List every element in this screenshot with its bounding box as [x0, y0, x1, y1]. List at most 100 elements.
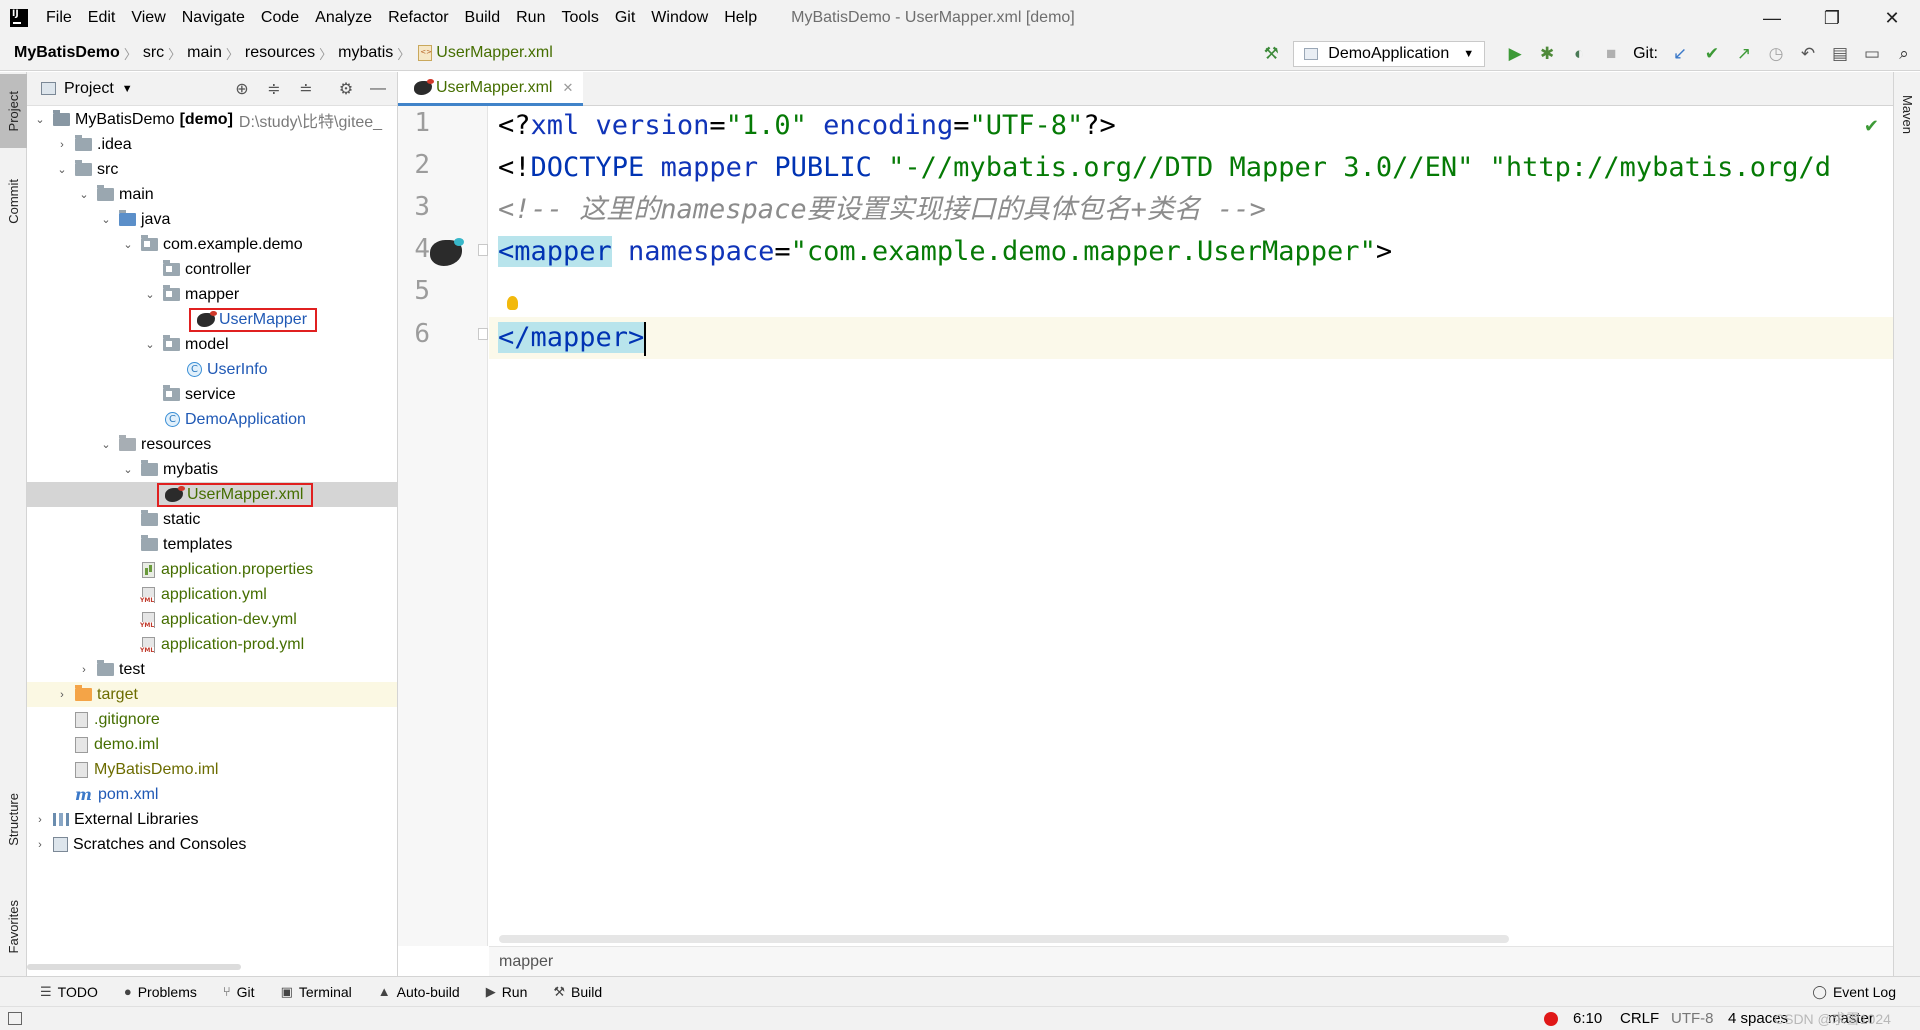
- menu-code[interactable]: Code: [253, 9, 307, 27]
- locate-file-icon[interactable]: ⊕: [229, 72, 255, 106]
- chevron-right-icon[interactable]: ›: [77, 664, 91, 676]
- fold-marker-icon[interactable]: [478, 244, 488, 256]
- tree-item-model[interactable]: ⌄ model: [27, 332, 397, 357]
- problems-tool-button[interactable]: ● Problems: [124, 984, 197, 1000]
- chevron-right-icon[interactable]: ›: [33, 814, 47, 826]
- gear-icon[interactable]: ⚙: [333, 72, 359, 106]
- editor-breadcrumb[interactable]: mapper: [489, 946, 1893, 976]
- chevron-down-icon[interactable]: ⌄: [99, 438, 113, 451]
- tree-item-controller[interactable]: controller: [27, 257, 397, 282]
- chevron-down-icon[interactable]: ⌄: [77, 188, 91, 201]
- menu-build[interactable]: Build: [457, 9, 509, 27]
- project-panel-title[interactable]: Project: [64, 80, 114, 98]
- tree-item-usermapper-xml[interactable]: UserMapper.xml: [27, 482, 397, 507]
- menu-view[interactable]: View: [123, 9, 173, 27]
- menu-navigate[interactable]: Navigate: [174, 9, 253, 27]
- chevron-down-icon[interactable]: ⌄: [143, 338, 157, 351]
- hide-panel-icon[interactable]: —: [365, 72, 391, 106]
- menu-analyze[interactable]: Analyze: [307, 9, 380, 27]
- chevron-right-icon[interactable]: ›: [55, 139, 69, 151]
- chevron-down-icon[interactable]: ⌄: [33, 113, 47, 126]
- chevron-down-icon[interactable]: ⌄: [121, 238, 135, 251]
- tree-item-mybatisdemo-iml[interactable]: MyBatisDemo.iml: [27, 757, 397, 782]
- run-configuration-select[interactable]: DemoApplication ▼: [1293, 40, 1486, 67]
- toggle-tool-windows-icon[interactable]: [8, 1012, 22, 1025]
- tree-item-application-dev-yml[interactable]: application-dev.yml: [27, 607, 397, 632]
- expand-all-icon[interactable]: ≑: [261, 72, 287, 106]
- chevron-right-icon[interactable]: ›: [33, 839, 47, 851]
- chevron-down-icon[interactable]: ⌄: [55, 163, 69, 176]
- tree-item-application-prod-yml[interactable]: application-prod.yml: [27, 632, 397, 657]
- favorites-tool-button[interactable]: Favorites: [0, 882, 27, 972]
- tree-item-target[interactable]: › target: [27, 682, 397, 707]
- chevron-right-icon[interactable]: ›: [55, 689, 69, 701]
- tree-item-pom-xml[interactable]: m pom.xml: [27, 782, 397, 807]
- close-icon[interactable]: ✕: [562, 80, 573, 96]
- coverage-icon[interactable]: ◐: [1563, 36, 1595, 71]
- restore-button[interactable]: ❐: [1810, 0, 1854, 36]
- breadcrumb-resources[interactable]: resources: [239, 44, 319, 62]
- tree-item-gitignore[interactable]: .gitignore: [27, 707, 397, 732]
- git-tool-button[interactable]: ⑂ Git: [223, 984, 255, 1000]
- tree-item-root[interactable]: ⌄ MyBatisDemo [demo] D:\study\比特\gitee_: [27, 107, 397, 132]
- search-everywhere-icon[interactable]: ⌕: [1888, 36, 1920, 71]
- git-history-icon[interactable]: ◷: [1760, 36, 1792, 71]
- tree-item-src[interactable]: ⌄ src: [27, 157, 397, 182]
- todo-tool-button[interactable]: ☰ TODO: [40, 984, 98, 1000]
- project-tool-button[interactable]: Project: [0, 74, 27, 148]
- menu-git[interactable]: Git: [607, 9, 643, 27]
- tree-item-package[interactable]: ⌄ com.example.demo: [27, 232, 397, 257]
- chevron-down-icon[interactable]: ▼: [122, 83, 133, 95]
- auto-build-tool-button[interactable]: ▲ Auto-build: [378, 984, 460, 1000]
- line-separator[interactable]: CRLF: [1620, 1010, 1659, 1027]
- tree-item-demoapplication[interactable]: C DemoApplication: [27, 407, 397, 432]
- tree-item-mapper[interactable]: ⌄ mapper: [27, 282, 397, 307]
- caret-position[interactable]: 6:10: [1573, 1010, 1602, 1027]
- menu-edit[interactable]: Edit: [80, 9, 124, 27]
- chevron-down-icon[interactable]: ⌄: [99, 213, 113, 226]
- chevron-down-icon[interactable]: ⌄: [121, 463, 135, 476]
- breadcrumb-file[interactable]: UserMapper.xml: [436, 44, 552, 62]
- menu-run[interactable]: Run: [508, 9, 553, 27]
- tree-item-idea[interactable]: › .idea: [27, 132, 397, 157]
- tree-item-scratches[interactable]: › Scratches and Consoles: [27, 832, 397, 857]
- maven-tool-button[interactable]: Maven: [1894, 80, 1920, 150]
- tree-item-java[interactable]: ⌄ java: [27, 207, 397, 232]
- tree-item-resources[interactable]: ⌄ resources: [27, 432, 397, 457]
- tree-item-test[interactable]: › test: [27, 657, 397, 682]
- project-structure-icon[interactable]: ▤: [1824, 36, 1856, 71]
- git-push-icon[interactable]: ↗: [1728, 36, 1760, 71]
- menu-refactor[interactable]: Refactor: [380, 9, 456, 27]
- close-window-button[interactable]: ✕: [1870, 0, 1914, 36]
- menu-window[interactable]: Window: [643, 9, 716, 27]
- git-rollback-icon[interactable]: ↶: [1792, 36, 1824, 71]
- tree-item-userinfo[interactable]: C UserInfo: [27, 357, 397, 382]
- menu-tools[interactable]: Tools: [553, 9, 606, 27]
- breadcrumb-main[interactable]: main: [181, 44, 226, 62]
- tree-item-main[interactable]: ⌄ main: [27, 182, 397, 207]
- stop-icon[interactable]: ■: [1595, 36, 1627, 71]
- build-hammer-icon[interactable]: ⚒: [1255, 36, 1287, 71]
- tree-item-service[interactable]: service: [27, 382, 397, 407]
- run-tool-button[interactable]: ▶ Run: [486, 984, 528, 1000]
- presentation-icon[interactable]: ▭: [1856, 36, 1888, 71]
- tree-item-templates[interactable]: templates: [27, 532, 397, 557]
- breadcrumb-mybatis[interactable]: mybatis: [332, 44, 397, 62]
- minimize-button[interactable]: —: [1750, 0, 1794, 36]
- run-icon[interactable]: ▶: [1499, 36, 1531, 71]
- collapse-all-icon[interactable]: ≐: [293, 72, 319, 106]
- commit-tool-button[interactable]: Commit: [0, 164, 27, 238]
- tree-item-demo-iml[interactable]: demo.iml: [27, 732, 397, 757]
- intention-bulb-icon[interactable]: [507, 296, 518, 310]
- editor-horizontal-scrollbar[interactable]: [499, 935, 1509, 943]
- menu-file[interactable]: File: [38, 9, 80, 27]
- tree-item-external-libraries[interactable]: › External Libraries: [27, 807, 397, 832]
- tree-item-mybatis[interactable]: ⌄ mybatis: [27, 457, 397, 482]
- breadcrumb-src[interactable]: src: [137, 44, 168, 62]
- tree-item-application-properties[interactable]: application.properties: [27, 557, 397, 582]
- terminal-tool-button[interactable]: ▣ Terminal: [281, 984, 352, 1000]
- build-tool-button[interactable]: ⚒ Build: [553, 984, 602, 1000]
- file-encoding[interactable]: UTF-8: [1671, 1010, 1714, 1027]
- structure-tool-button[interactable]: Structure: [0, 774, 27, 864]
- menu-help[interactable]: Help: [716, 9, 765, 27]
